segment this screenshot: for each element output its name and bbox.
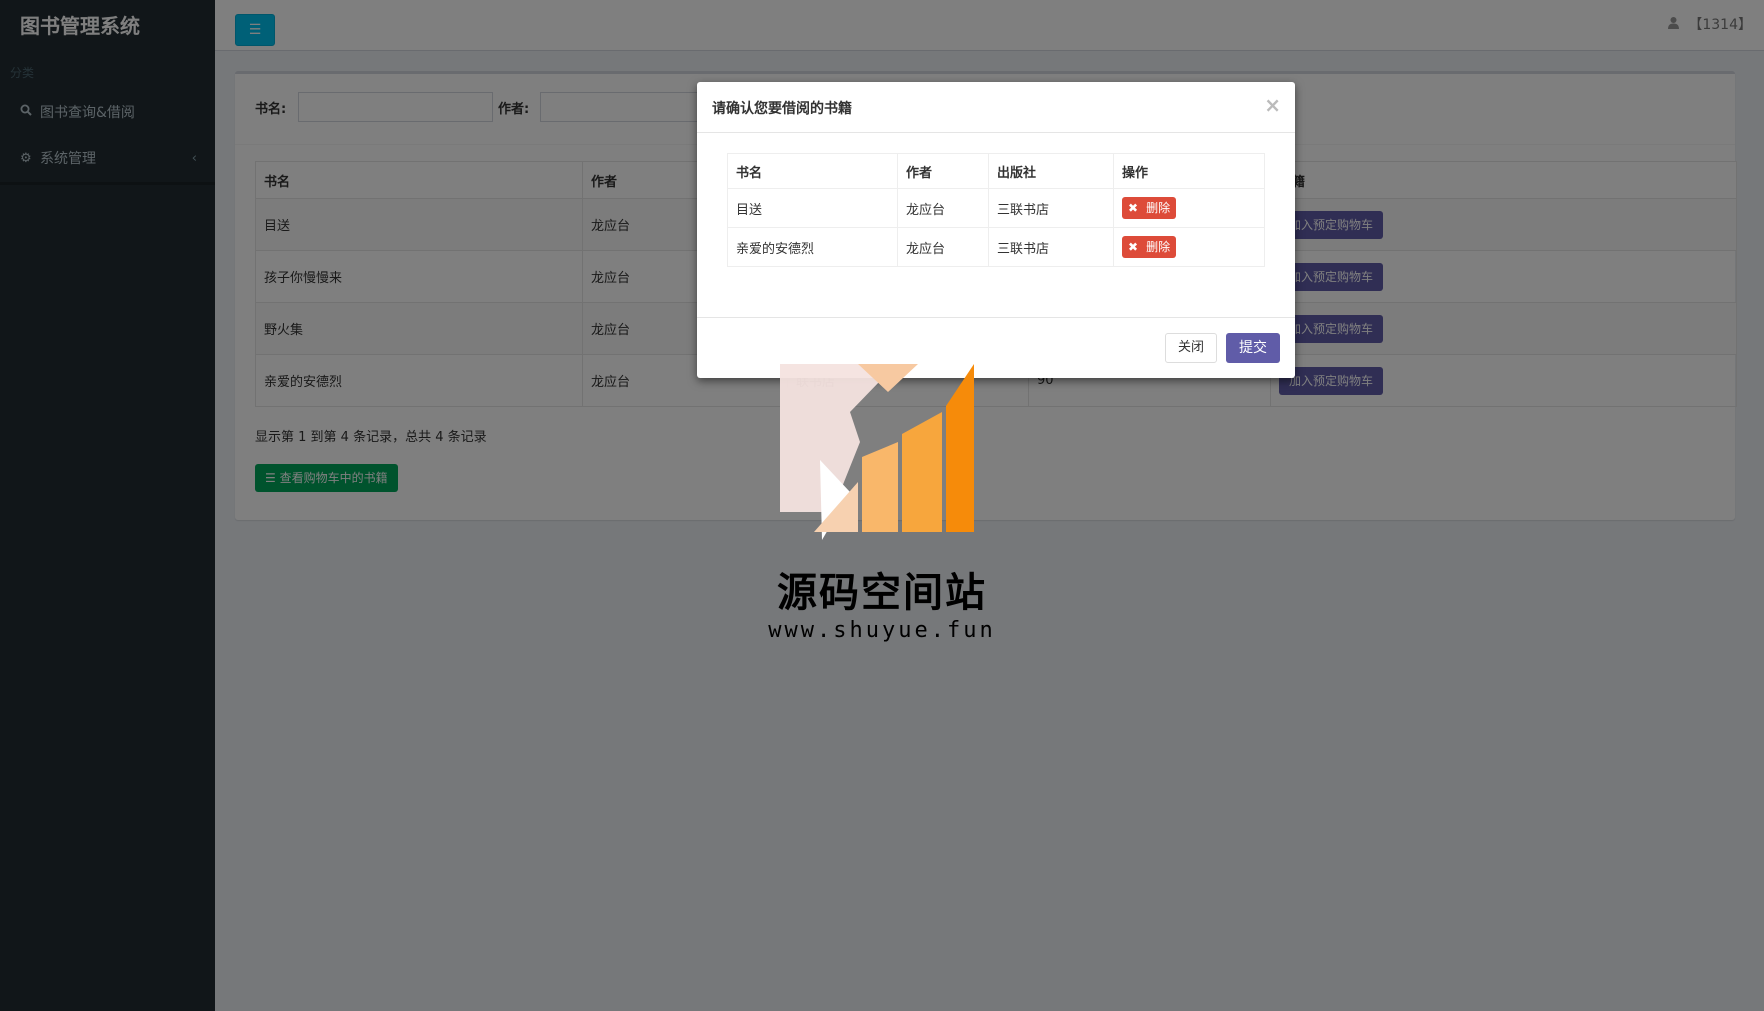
table-header-row: 书名 作者 出版社 操作 <box>727 153 1265 189</box>
delete-button[interactable]: ✖ 删除 <box>1122 236 1177 258</box>
borrow-list-table: 书名 作者 出版社 操作 目送 龙应台 三联书店 ✖ 删除 亲爱的安德烈 龙应台 … <box>727 153 1265 267</box>
modal-header: 请确认您要借阅的书籍 × <box>697 82 1295 133</box>
cell-title: 亲爱的安德烈 <box>727 227 898 267</box>
cell-title: 目送 <box>727 188 898 228</box>
close-button[interactable]: 关闭 <box>1164 333 1217 363</box>
delete-label: 删除 <box>1146 201 1171 215</box>
delete-button[interactable]: ✖ 删除 <box>1122 197 1177 219</box>
cell-action: ✖ 删除 <box>1113 227 1265 267</box>
submit-button[interactable]: 提交 <box>1226 333 1280 363</box>
col-publisher: 出版社 <box>988 153 1114 189</box>
cell-action: ✖ 删除 <box>1113 188 1265 228</box>
delete-label: 删除 <box>1146 240 1171 254</box>
col-title: 书名 <box>727 153 898 189</box>
table-row: 目送 龙应台 三联书店 ✖ 删除 <box>727 188 1265 228</box>
watermark-url: www.shuyue.fun <box>768 618 996 643</box>
cell-author: 龙应台 <box>897 227 989 267</box>
cell-author: 龙应台 <box>897 188 989 228</box>
col-action: 操作 <box>1113 153 1265 189</box>
close-icon[interactable]: × <box>1264 93 1281 117</box>
cell-publisher: 三联书店 <box>988 188 1114 228</box>
table-row: 亲爱的安德烈 龙应台 三联书店 ✖ 删除 <box>727 227 1265 267</box>
modal-title: 请确认您要借阅的书籍 <box>712 101 852 117</box>
cell-publisher: 三联书店 <box>988 227 1114 267</box>
borrow-confirm-modal: 请确认您要借阅的书籍 × 书名 作者 出版社 操作 目送 龙应台 三联书店 ✖ 删… <box>697 82 1295 378</box>
watermark-title: 源码空间站 <box>777 570 987 616</box>
close-icon: ✖ <box>1128 201 1139 215</box>
col-author: 作者 <box>897 153 989 189</box>
close-icon: ✖ <box>1128 240 1139 254</box>
app-root: 图书管理系统 分类 图书查询&借阅 ⚙ 系统管理 ‹ ☰ 【1314】 <box>0 0 1764 1011</box>
